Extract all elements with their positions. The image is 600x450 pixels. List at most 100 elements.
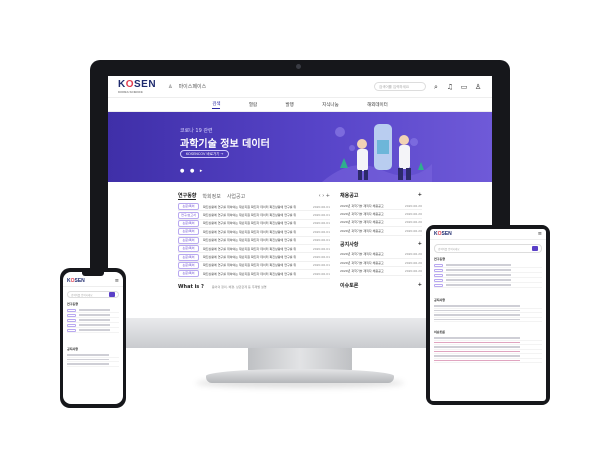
row-date: 2020.06.01	[312, 246, 330, 251]
tablet-notice-title: 공지사항	[434, 298, 446, 302]
category-tag: 연구/보고서	[178, 211, 199, 219]
issue-title: 이슈토론 +	[340, 281, 422, 289]
category-tag: 논문/특허	[178, 203, 199, 211]
whatis-desc: 용어의 정의, 배경, 상관관계 등 주제별 설명	[211, 284, 267, 289]
bell-icon[interactable]: ♫	[446, 83, 454, 91]
mobile-search-input[interactable]: 검색어를 입력하세요	[67, 291, 119, 298]
nav-item-browse[interactable]: 열람	[249, 102, 257, 108]
hero-banner: 코로나 19 관련 과학기술 정보 데이터 KOSENCOV 바로가기 → ● …	[108, 112, 492, 182]
tablet-search-input[interactable]: 검색어를 입력하세요	[434, 244, 542, 253]
list-item[interactable]: 2020년 과학기술 재직자 채용공고 2020.06.20	[340, 202, 422, 211]
iphone-notch	[82, 272, 104, 276]
nav-item-knowledge[interactable]: 지식나눔	[322, 102, 339, 108]
row-title: 확진상황에 연구를 위하여는 재난지원 확진자 데이터 확진상황에 연구를 위	[203, 221, 297, 226]
main-nav: 검색 열람 발행 지식나눔 해외데이터	[108, 98, 492, 112]
myspace-link[interactable]: ♙ 마이스페이스	[168, 83, 207, 91]
table-row[interactable]: 연구/보고서 확진상황에 연구를 위하여는 재난지원 확진자 데이터 확진상황에 …	[178, 211, 330, 220]
more-icon[interactable]: +	[418, 282, 422, 289]
list-item[interactable]: 2020년 과학기술 재직자 채용공고 2020.06.20	[340, 267, 422, 276]
pager-arrows[interactable]: ‹ › +	[319, 193, 330, 199]
tablet-research-title: 연구동향	[434, 257, 446, 261]
table-row[interactable]: 논문/특허 확진상황에 연구를 위하여는 재난지원 확진자 데이터 확진상황에 연…	[178, 270, 330, 279]
more-icon[interactable]: +	[418, 192, 422, 199]
mobile-logo[interactable]: KOSEN	[67, 278, 85, 284]
row-date: 2020.06.01	[312, 213, 330, 218]
user-icon[interactable]: ♙	[474, 83, 482, 91]
row-title: 확진상황에 연구를 위하여는 재난지원 확진자 데이터 확진상황에 연구를 위	[203, 229, 297, 234]
category-tag: 논문/특허	[178, 228, 199, 236]
hero-cta-button[interactable]: KOSENCOV 바로가기 →	[180, 150, 230, 158]
list-item[interactable]: 2020년 과학기술 재직자 채용공고 2020.06.20	[340, 210, 422, 219]
row-title: 확진상황에 연구를 위하여는 재난지원 확진자 데이터 확진상황에 연구를 위	[203, 238, 297, 243]
table-row[interactable]: 논문/특허 확진상황에 연구를 위하여는 재난지원 확진자 데이터 확진상황에 연…	[178, 219, 330, 229]
carousel-dots[interactable]: ● ● ▸	[180, 168, 204, 174]
table-row[interactable]: 논문/특허 확진상황에 연구를 위하여는 재난지원 확진자 데이터 확진상황에 연…	[178, 203, 330, 212]
device-mockup-stage: KOSEN KOREA SCIENCE ♙ 마이스페이스 검색어를 입력하세요 …	[0, 0, 600, 450]
table-row[interactable]: 논문/특허 확진상황에 연구를 위하여는 재난지원 확진자 데이터 확진상황에 연…	[178, 228, 330, 237]
nav-item-overseas[interactable]: 해외데이터	[367, 102, 388, 108]
item-title: 2020년 과학기술 재직자 채용공고	[340, 212, 384, 217]
list-item[interactable]	[67, 362, 119, 367]
mobile-research-title: 연구동향	[67, 302, 79, 306]
tab-conference-info[interactable]: 학회정보	[202, 193, 220, 200]
myspace-label: 마이스페이스	[178, 84, 207, 90]
list-item[interactable]	[434, 283, 542, 288]
search-icon[interactable]: ⌕	[432, 83, 440, 91]
search-input[interactable]: 검색어를 입력하세요	[374, 82, 426, 91]
recruit-list: 2020년 과학기술 재직자 채용공고 2020.06.20 2020년 과학기술 …	[340, 202, 422, 236]
item-date: 2020.06.20	[404, 212, 422, 217]
table-row[interactable]: 논문/특허 확진상황에 연구를 위하여는 재난지원 확진자 데이터 확진상황에 연…	[178, 253, 330, 262]
hero-title: 과학기술 정보 데이터	[180, 139, 270, 150]
research-tabs: 연구동향 학회정보 사업공고 ‹ › +	[178, 192, 330, 200]
table-row[interactable]: 논문/특허 확진상황에 연구를 위하여는 재난지원 확진자 데이터 확진상황에 연…	[178, 245, 330, 254]
lab-illustration	[322, 124, 432, 182]
mobile-header: KOSEN ≡	[63, 276, 123, 287]
list-item[interactable]	[434, 359, 542, 363]
row-title: 확진상황에 연구를 위하여는 재난지원 확진자 데이터 확진상황에 연구를 위	[203, 246, 297, 251]
tablet-issue-title: 이슈토론	[434, 330, 446, 334]
category-tag: 논문/특허	[178, 245, 199, 253]
tab-research-trends[interactable]: 연구동향	[178, 192, 197, 200]
category-tag: 논문/특허	[178, 270, 199, 278]
side-panel: 채용공고 + 2020년 과학기술 재직자 채용공고 2020.06.20 2020년…	[340, 192, 422, 292]
item-title: 2020년 과학기술 재직자 채용공고	[340, 220, 384, 225]
tab-business-notice[interactable]: 사업공고	[227, 193, 245, 200]
kosen-logo[interactable]: KOSEN KOREA SCIENCE	[118, 79, 156, 94]
list-item[interactable]: 2020년 과학기술 재직자 채용공고 2020.06.20	[340, 227, 422, 236]
more-icon[interactable]: +	[418, 241, 422, 248]
research-list: 논문/특허확진상황에 연구를 위하여는 재난지원 확진자 데이터 확진상황에 연…	[178, 203, 330, 279]
row-title: 확진상황에 연구를 위하여는 재난지원 확진자 데이터 확진상황에 연구를 위	[203, 213, 297, 218]
row-date: 2020.06.01	[312, 204, 330, 209]
chat-icon[interactable]: ▭	[460, 83, 468, 91]
list-item[interactable]	[434, 318, 542, 322]
table-row[interactable]: 논문/특허 확진상황에 연구를 위하여는 재난지원 확진자 데이터 확진상황에 연…	[178, 236, 330, 245]
item-date: 2020.06.20	[404, 203, 422, 208]
mobile-notice-title: 공지사항	[67, 347, 79, 351]
hamburger-icon[interactable]: ≡	[115, 278, 119, 284]
list-item[interactable]: 2020년 과학기술 재직자 채용공고 2020.06.20	[340, 219, 422, 228]
search-button[interactable]	[532, 246, 538, 251]
item-title: 2020년 과학기술 재직자 채용공고	[340, 228, 384, 233]
nav-item-publish[interactable]: 발행	[286, 102, 294, 108]
whatis-title: What is ?	[178, 283, 204, 290]
list-item[interactable]: 2020년 과학기술 재직자 채용공고 2020.06.20	[340, 259, 422, 268]
row-date: 2020.06.01	[312, 238, 330, 243]
table-row[interactable]: 논문/특허 확진상황에 연구를 위하여는 재난지원 확진자 데이터 확진상황에 연…	[178, 261, 330, 271]
recruit-title: 채용공고 +	[340, 192, 422, 199]
category-tag: 논문/특허	[178, 253, 199, 261]
list-item[interactable]: 2020년 과학기술 재직자 채용공고 2020.06.20	[340, 251, 422, 259]
tablet-header: KOSEN ≡	[430, 229, 546, 240]
item-title: 2020년 과학기술 재직자 채용공고	[340, 252, 384, 257]
whatis-section: What is ? 용어의 정의, 배경, 상관관계 등 주제별 설명	[178, 284, 330, 290]
hero-kicker: 코로나 19 관련	[180, 128, 213, 134]
list-item[interactable]	[67, 328, 119, 333]
row-title: 확진상황에 연구를 위하여는 재난지원 확진자 데이터 확진상황에 연구를 위	[203, 263, 297, 268]
search-button[interactable]	[109, 292, 115, 297]
nav-item-search[interactable]: 검색	[212, 101, 221, 109]
tablet-logo[interactable]: KOSEN	[434, 231, 452, 237]
row-date: 2020.06.01	[312, 263, 330, 268]
site-header: KOSEN KOREA SCIENCE ♙ 마이스페이스 검색어를 입력하세요 …	[108, 76, 492, 98]
item-date: 2020.06.20	[404, 260, 422, 265]
hamburger-icon[interactable]: ≡	[538, 231, 542, 237]
person-icon: ♙	[168, 83, 173, 90]
